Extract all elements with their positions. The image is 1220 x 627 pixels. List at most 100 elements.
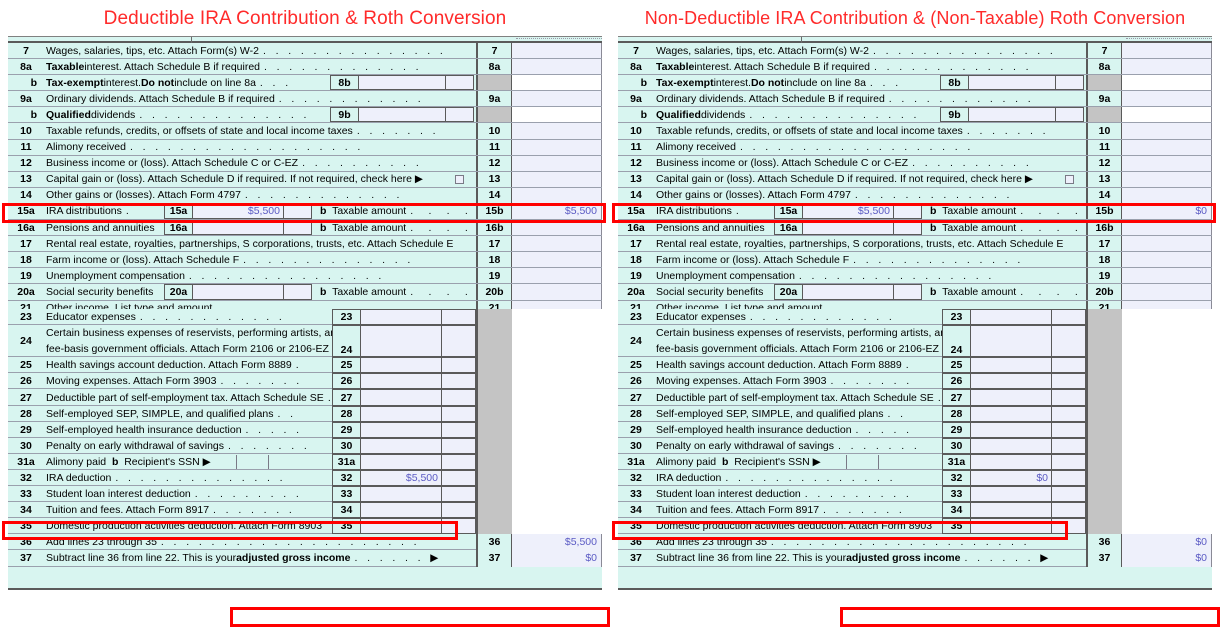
right-amount-field[interactable]	[1122, 91, 1212, 107]
adjustment-cents-field[interactable]	[442, 357, 476, 374]
adjustment-amount-field[interactable]	[970, 421, 1052, 438]
adjustment-amount-field[interactable]	[360, 486, 442, 503]
right-amount-field[interactable]	[1122, 268, 1212, 284]
adjustment-cents-field[interactable]	[1052, 325, 1086, 358]
adjustment-cents-field[interactable]	[1052, 453, 1086, 470]
subbox-cents-field[interactable]	[284, 203, 312, 220]
subbox-amount-field[interactable]	[358, 107, 446, 123]
adjustment-amount-field[interactable]: $5,500	[360, 469, 442, 487]
adjustment-cents-field[interactable]	[442, 421, 476, 438]
right-amount-field[interactable]: $5,500	[512, 203, 602, 220]
adjustment-amount-field[interactable]	[360, 518, 442, 535]
adjustment-cents-field[interactable]	[442, 373, 476, 390]
adjustment-amount-field[interactable]	[970, 309, 1052, 326]
right-amount-field[interactable]	[512, 171, 602, 187]
adjustment-amount-field[interactable]	[360, 325, 442, 358]
subbox-cents-field[interactable]	[284, 284, 312, 300]
right-amount-field[interactable]	[1122, 284, 1212, 300]
adjustment-amount-field[interactable]	[970, 405, 1052, 422]
right-amount-field[interactable]	[512, 75, 602, 91]
adjustment-amount-field[interactable]	[970, 502, 1052, 519]
checkbox-line13[interactable]	[1065, 174, 1074, 184]
adjustment-amount-field[interactable]	[970, 453, 1052, 470]
right-amount-field[interactable]	[1122, 187, 1212, 203]
subbox-cents-field[interactable]	[1056, 75, 1084, 91]
subbox-amount-field[interactable]	[192, 220, 284, 236]
right-amount-field[interactable]	[512, 123, 602, 139]
adjustment-cents-field[interactable]	[1052, 405, 1086, 422]
right-amount-field[interactable]: $0	[1122, 534, 1212, 551]
right-amount-field[interactable]	[1122, 220, 1212, 236]
subbox-cents-field[interactable]	[446, 107, 474, 123]
adjustment-cents-field[interactable]	[442, 453, 476, 470]
adjustment-amount-field[interactable]	[360, 389, 442, 406]
adjustment-cents-field[interactable]	[442, 486, 476, 503]
subbox-cents-field[interactable]	[894, 220, 922, 236]
right-amount-field[interactable]: $0	[1122, 203, 1212, 220]
right-amount-field[interactable]	[1122, 43, 1212, 59]
right-amount-field[interactable]	[512, 284, 602, 300]
subbox-amount-field[interactable]	[192, 284, 284, 300]
right-amount-field[interactable]	[512, 155, 602, 171]
adjustment-amount-field[interactable]	[970, 486, 1052, 503]
adjustment-cents-field[interactable]	[1052, 373, 1086, 390]
subbox-amount-field[interactable]: $5,500	[192, 203, 284, 220]
adjustment-amount-field[interactable]	[360, 405, 442, 422]
adjustment-cents-field[interactable]	[442, 502, 476, 519]
right-amount-field[interactable]	[512, 107, 602, 123]
adjustment-amount-field[interactable]	[360, 502, 442, 519]
adjustment-cents-field[interactable]	[1052, 469, 1086, 487]
subbox-amount-field[interactable]	[968, 107, 1056, 123]
adjustment-amount-field[interactable]: $0	[970, 469, 1052, 487]
right-amount-field[interactable]	[1122, 252, 1212, 268]
adjustment-cents-field[interactable]	[442, 469, 476, 487]
adjustment-cents-field[interactable]	[1052, 389, 1086, 406]
adjustment-cents-field[interactable]	[1052, 486, 1086, 503]
adjustment-amount-field[interactable]	[970, 357, 1052, 374]
subbox-cents-field[interactable]	[894, 203, 922, 220]
subbox-cents-field[interactable]	[446, 75, 474, 91]
subbox-cents-field[interactable]	[1056, 107, 1084, 123]
right-amount-field[interactable]	[1122, 155, 1212, 171]
right-amount-field[interactable]	[512, 252, 602, 268]
adjustment-amount-field[interactable]	[360, 421, 442, 438]
adjustment-cents-field[interactable]	[1052, 357, 1086, 374]
right-amount-field[interactable]	[1122, 59, 1212, 75]
subbox-amount-field[interactable]: $5,500	[802, 203, 894, 220]
subbox-amount-field[interactable]	[358, 75, 446, 91]
adjustment-amount-field[interactable]	[360, 309, 442, 326]
adjustment-amount-field[interactable]	[360, 357, 442, 374]
right-amount-field[interactable]	[512, 43, 602, 59]
adjustment-amount-field[interactable]	[970, 325, 1052, 358]
adjustment-cents-field[interactable]	[442, 309, 476, 326]
right-amount-field[interactable]	[1122, 123, 1212, 139]
adjustment-cents-field[interactable]	[1052, 502, 1086, 519]
adjustment-cents-field[interactable]	[442, 325, 476, 358]
right-amount-field[interactable]	[512, 187, 602, 203]
right-amount-field[interactable]	[1122, 75, 1212, 91]
right-amount-field[interactable]	[512, 59, 602, 75]
right-amount-field[interactable]	[1122, 236, 1212, 252]
adjustment-cents-field[interactable]	[1052, 518, 1086, 535]
adjustment-amount-field[interactable]	[970, 373, 1052, 390]
right-amount-field[interactable]: $0	[512, 550, 602, 567]
right-amount-field[interactable]	[1122, 171, 1212, 187]
right-amount-field[interactable]: $0	[1122, 550, 1212, 567]
right-amount-field[interactable]	[512, 236, 602, 252]
adjustment-cents-field[interactable]	[442, 405, 476, 422]
subbox-cents-field[interactable]	[894, 284, 922, 300]
right-amount-field[interactable]	[512, 91, 602, 107]
adjustment-cents-field[interactable]	[1052, 437, 1086, 454]
right-amount-field[interactable]: $5,500	[512, 534, 602, 551]
right-amount-field[interactable]	[1122, 107, 1212, 123]
adjustment-amount-field[interactable]	[970, 437, 1052, 454]
adjustment-amount-field[interactable]	[970, 389, 1052, 406]
adjustment-amount-field[interactable]	[360, 373, 442, 390]
right-amount-field[interactable]	[1122, 139, 1212, 155]
right-amount-field[interactable]	[512, 268, 602, 284]
adjustment-amount-field[interactable]	[360, 453, 442, 470]
subbox-amount-field[interactable]	[968, 75, 1056, 91]
adjustment-cents-field[interactable]	[1052, 309, 1086, 326]
adjustment-cents-field[interactable]	[442, 389, 476, 406]
subbox-amount-field[interactable]	[802, 220, 894, 236]
